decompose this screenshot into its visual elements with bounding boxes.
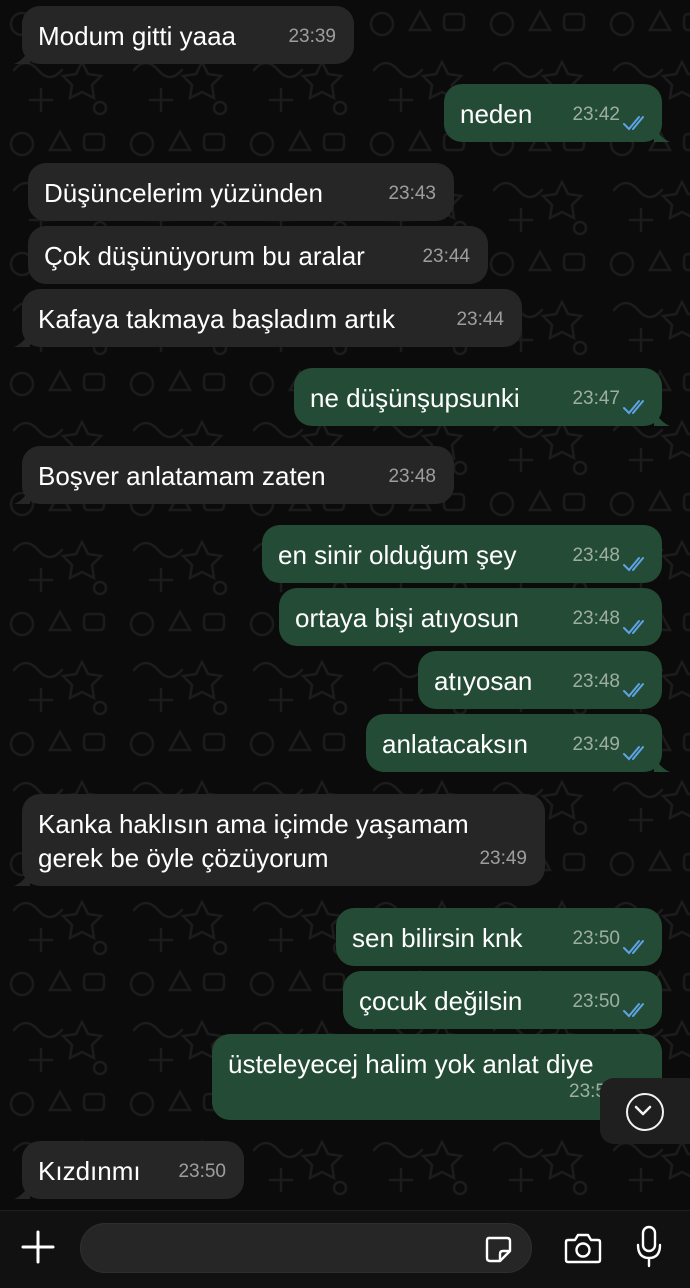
message-text: üsteleyecej halim yok anlat diye bbox=[228, 1049, 594, 1079]
bubble-tail bbox=[14, 331, 30, 347]
incoming-message[interactable]: Kızdınmı 23:50 bbox=[14, 1141, 244, 1199]
message-time: 23:39 bbox=[288, 26, 336, 47]
read-ticks-icon bbox=[623, 116, 644, 131]
bubble-tail bbox=[654, 756, 670, 772]
message-text: en sinir olduğum şey bbox=[278, 540, 517, 570]
message-text: Düşüncelerim yüzünden bbox=[44, 178, 323, 208]
message-time: 23:48 bbox=[572, 608, 620, 629]
message-list[interactable]: Modum gitti yaaa 23:39 neden 23:42 Düşün… bbox=[0, 0, 690, 1210]
outgoing-message[interactable]: atıyosan 23:48 bbox=[418, 651, 662, 709]
message-text: anlatacaksın bbox=[382, 729, 528, 759]
microphone-icon[interactable] bbox=[636, 1225, 662, 1269]
message-time: 23:50 bbox=[572, 928, 620, 949]
outgoing-message[interactable]: anlatacaksın 23:49 bbox=[366, 714, 670, 772]
read-ticks-icon bbox=[623, 683, 644, 698]
message-text: Çok düşünüyorum bu aralar bbox=[44, 241, 365, 271]
sticker-icon[interactable] bbox=[483, 1234, 513, 1264]
outgoing-message[interactable]: ne düşünşupsunki 23:47 bbox=[294, 368, 670, 426]
message-text: sen bilirsin knk bbox=[352, 923, 523, 953]
incoming-message[interactable]: Kafaya takmaya başladım artık 23:44 bbox=[14, 289, 522, 347]
message-time: 23:43 bbox=[388, 183, 436, 204]
read-ticks-icon bbox=[623, 940, 644, 955]
incoming-message[interactable]: Boşver anlatamam zaten 23:48 bbox=[14, 446, 454, 504]
message-text: ne düşünşupsunki bbox=[310, 383, 520, 413]
message-time: 23:48 bbox=[388, 466, 436, 487]
message-time: 23:48 bbox=[572, 545, 620, 566]
message-text-line: Kanka haklısın ama içimde yaşamam bbox=[38, 809, 469, 839]
incoming-message[interactable]: Kanka haklısın ama içimde yaşamam gerek … bbox=[14, 794, 545, 886]
read-ticks-icon bbox=[623, 557, 644, 572]
outgoing-message[interactable]: çocuk değilsin 23:50 bbox=[343, 971, 662, 1029]
composer-bar bbox=[0, 1210, 690, 1288]
plus-icon[interactable] bbox=[20, 1229, 56, 1265]
outgoing-message[interactable]: üsteleyecej halim yok anlat diye 23:5 bbox=[212, 1034, 670, 1120]
message-text-line: gerek be öyle çözüyorum bbox=[38, 843, 329, 873]
outgoing-message[interactable]: neden 23:42 bbox=[444, 84, 670, 142]
read-ticks-icon bbox=[623, 620, 644, 635]
message-text: Kızdınmı bbox=[38, 1156, 141, 1186]
message-time: 23:49 bbox=[479, 848, 527, 869]
message-input[interactable] bbox=[80, 1223, 532, 1273]
bubble-tail bbox=[14, 48, 30, 64]
message-time: 23:44 bbox=[422, 246, 470, 267]
message-text: çocuk değilsin bbox=[359, 986, 523, 1016]
incoming-message[interactable]: Modum gitti yaaa 23:39 bbox=[14, 6, 354, 64]
read-ticks-icon bbox=[623, 746, 644, 761]
read-ticks-icon bbox=[623, 400, 644, 415]
message-text: atıyosan bbox=[434, 666, 533, 696]
message-text: ortaya bişi atıyosun bbox=[295, 603, 520, 633]
message-time: 23:44 bbox=[456, 309, 504, 330]
outgoing-message[interactable]: ortaya bişi atıyosun 23:48 bbox=[279, 588, 662, 646]
message-text: neden bbox=[460, 99, 533, 129]
bubble-tail bbox=[14, 1183, 30, 1199]
message-time: 23:49 bbox=[572, 734, 620, 755]
bubble-tail bbox=[654, 126, 670, 142]
message-text: Kafaya takmaya başladım artık bbox=[38, 304, 395, 334]
message-time: 23:42 bbox=[572, 104, 620, 125]
read-ticks-icon bbox=[623, 1003, 644, 1018]
message-time: 23:47 bbox=[572, 388, 620, 409]
camera-icon[interactable] bbox=[564, 1231, 602, 1265]
scroll-to-bottom-button[interactable] bbox=[600, 1078, 690, 1144]
outgoing-message[interactable]: sen bilirsin knk 23:50 bbox=[336, 908, 662, 966]
message-time: 23:50 bbox=[178, 1161, 226, 1182]
bubble-tail bbox=[14, 870, 30, 886]
message-time: 23:48 bbox=[572, 671, 620, 692]
message-time: 23:50 bbox=[572, 991, 620, 1012]
chevron-down-icon bbox=[626, 1093, 664, 1131]
bubble-tail bbox=[654, 410, 670, 426]
message-text: Modum gitti yaaa bbox=[38, 21, 236, 51]
bubble-tail bbox=[14, 488, 30, 504]
message-text: Boşver anlatamam zaten bbox=[38, 461, 326, 491]
incoming-message[interactable]: Çok düşünüyorum bu aralar 23:44 bbox=[28, 226, 488, 284]
incoming-message[interactable]: Düşüncelerim yüzünden 23:43 bbox=[28, 163, 454, 221]
outgoing-message[interactable]: en sinir olduğum şey 23:48 bbox=[262, 525, 662, 583]
